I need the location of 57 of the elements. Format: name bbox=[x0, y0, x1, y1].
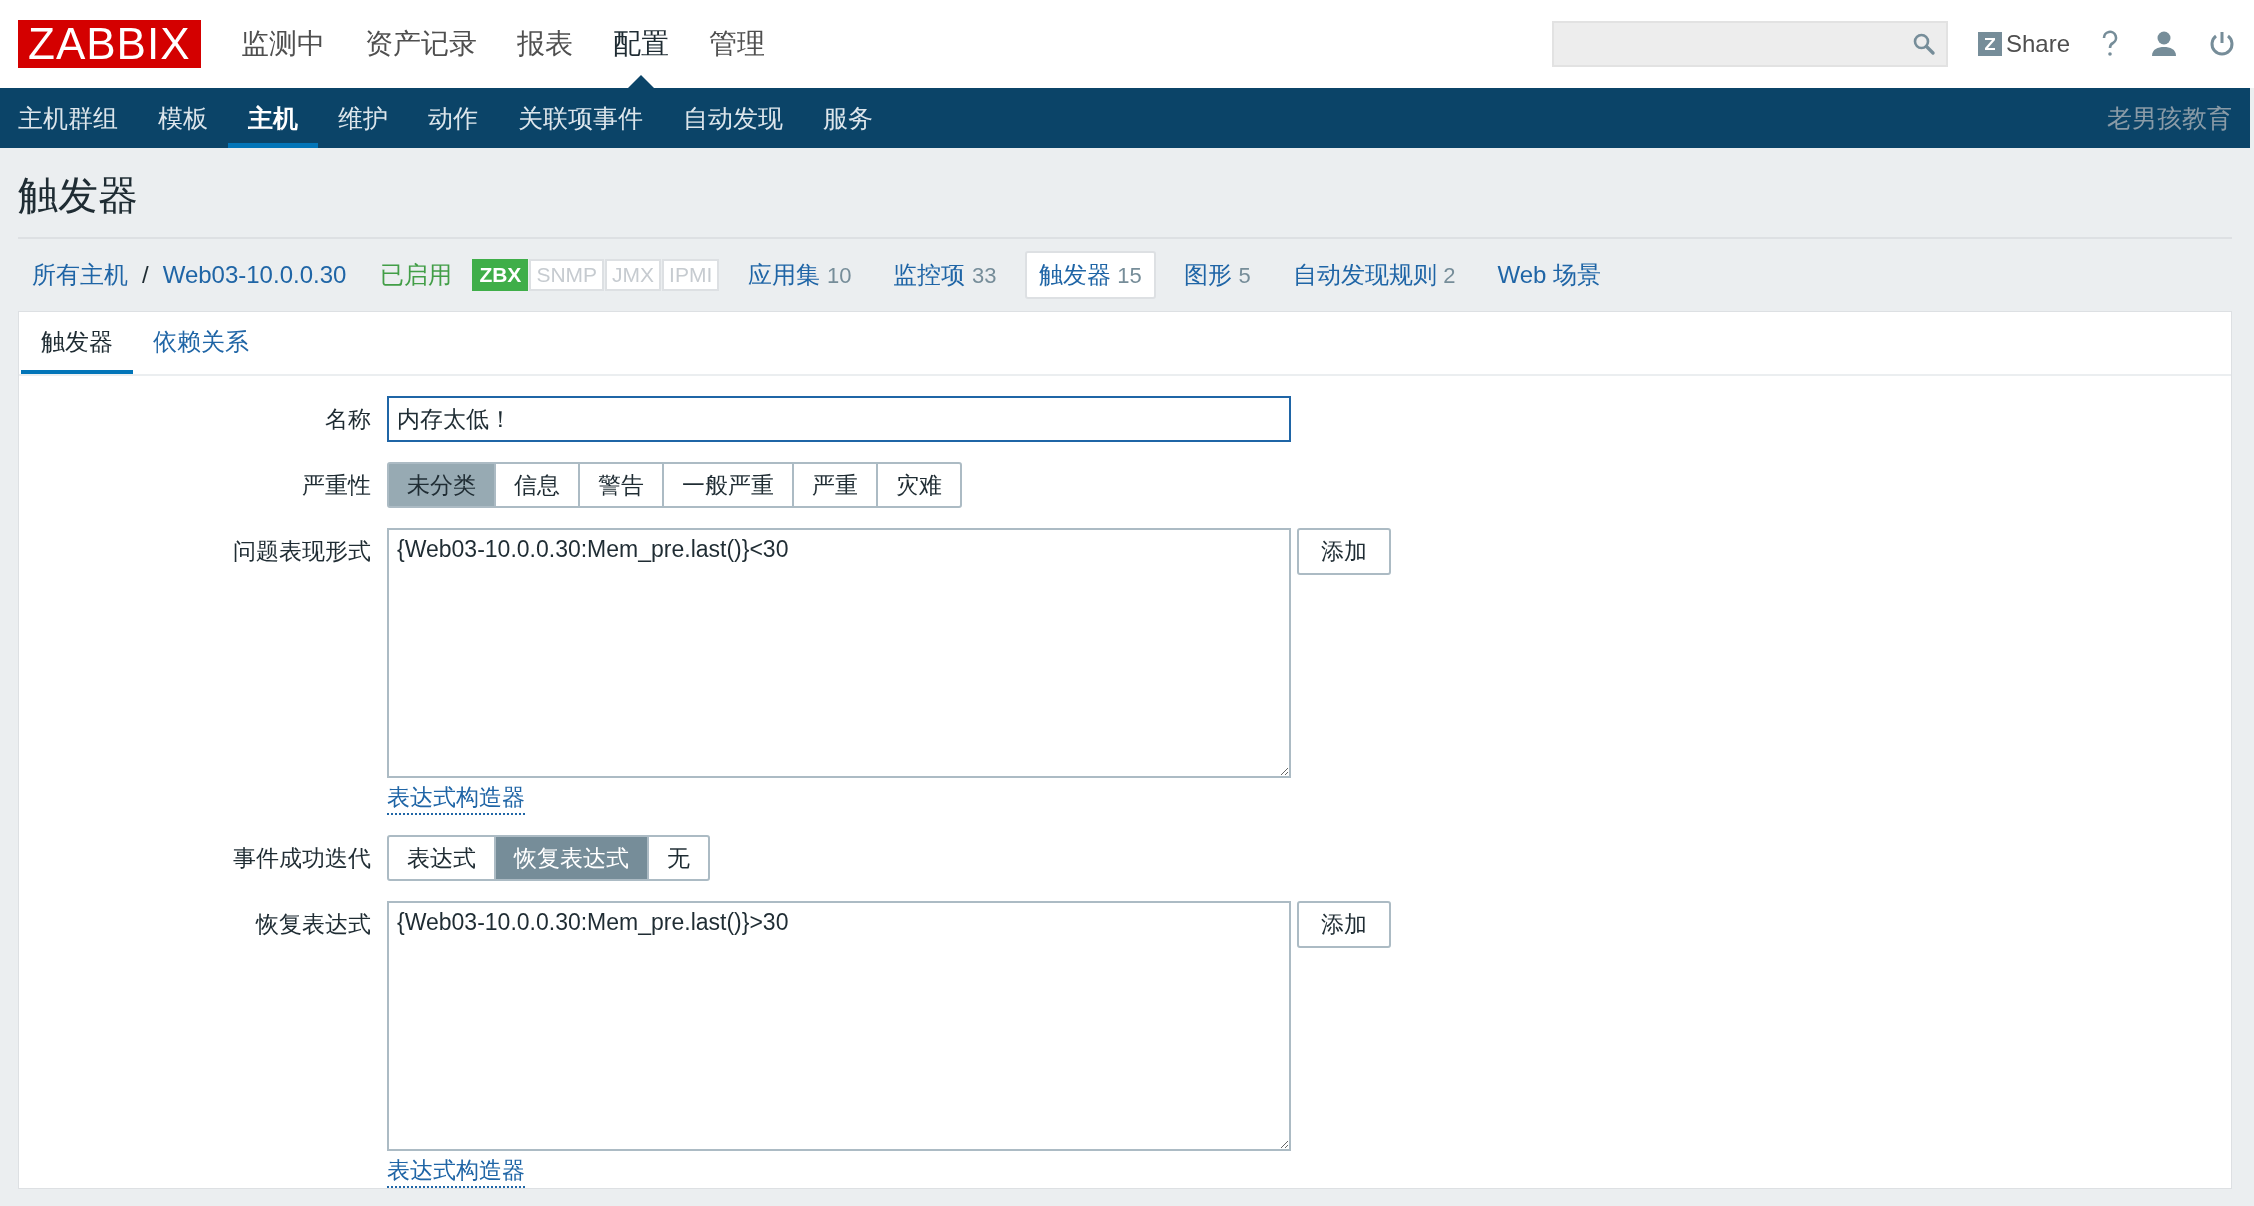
user-icon[interactable] bbox=[2150, 30, 2178, 58]
expression-builder-link[interactable]: 表达式构造器 bbox=[387, 1155, 525, 1188]
name-input[interactable]: 内存太低！ bbox=[387, 396, 1291, 442]
power-icon[interactable] bbox=[2208, 30, 2236, 58]
host-tab[interactable]: 触发器 15 bbox=[1024, 251, 1156, 299]
nav-item[interactable]: 模板 bbox=[138, 88, 228, 148]
expression-field[interactable]: {Web03-10.0.0.30:Mem_pre.last()}<30 bbox=[387, 528, 1291, 778]
segment-option[interactable]: 一般严重 bbox=[662, 462, 794, 508]
form-tab[interactable]: 触发器 bbox=[21, 312, 133, 374]
page-title: 触发器 bbox=[18, 148, 2232, 239]
logo[interactable]: ZABBIX bbox=[18, 20, 201, 68]
nav-item[interactable]: 动作 bbox=[408, 88, 498, 148]
field-label: 严重性 bbox=[301, 471, 371, 500]
segment-option[interactable]: 信息 bbox=[494, 462, 580, 508]
segment-option[interactable]: 灾难 bbox=[876, 462, 962, 508]
nav-item[interactable]: 自动发现 bbox=[663, 88, 803, 148]
share-link[interactable]: Share bbox=[1977, 30, 2070, 58]
nav-item[interactable]: 维护 bbox=[318, 88, 408, 148]
nav-item[interactable]: 关联项事件 bbox=[498, 88, 663, 148]
search-icon[interactable] bbox=[1911, 32, 1936, 56]
nav-item[interactable]: 主机 bbox=[228, 88, 318, 148]
host-tab[interactable]: 图形 5 bbox=[1169, 251, 1265, 299]
availability-badge: IPMI bbox=[662, 259, 720, 291]
brand-text: 老男孩教育 bbox=[2107, 102, 2232, 134]
main-menu-item[interactable]: 资产记录 bbox=[344, 0, 497, 88]
nav-item[interactable]: 主机群组 bbox=[18, 88, 138, 148]
host-tab[interactable]: 自动发现规则 2 bbox=[1278, 251, 1470, 299]
z-logo-icon bbox=[1977, 32, 2002, 56]
breadcrumb-separator: / bbox=[142, 261, 149, 289]
expression-builder-link[interactable]: 表达式构造器 bbox=[387, 782, 525, 815]
expression-field[interactable]: {Web03-10.0.0.30:Mem_pre.last()}>30 bbox=[387, 901, 1291, 1151]
host-tab[interactable]: Web 场景 bbox=[1483, 251, 1616, 299]
segment-option[interactable]: 严重 bbox=[792, 462, 878, 508]
main-menu-item[interactable]: 管理 bbox=[688, 0, 785, 88]
segment-option[interactable]: 未分类 bbox=[387, 462, 496, 508]
availability-badge: ZBX bbox=[472, 259, 529, 291]
search-field[interactable] bbox=[1551, 21, 1948, 67]
add-button[interactable]: 添加 bbox=[1297, 901, 1391, 948]
breadcrumb-link[interactable]: Web03-10.0.0.30 bbox=[162, 261, 347, 289]
main-menu-item[interactable]: 报表 bbox=[496, 0, 593, 88]
breadcrumb-link[interactable]: 所有主机 bbox=[32, 259, 128, 291]
field-label: 事件成功迭代 bbox=[232, 844, 371, 873]
help-icon[interactable] bbox=[2100, 29, 2120, 59]
form-tab[interactable]: 依赖关系 bbox=[133, 312, 269, 374]
segment-option[interactable]: 表达式 bbox=[387, 835, 496, 881]
field-label: 问题表现形式 bbox=[232, 537, 371, 566]
field-label: 名称 bbox=[324, 405, 371, 434]
add-button[interactable]: 添加 bbox=[1297, 528, 1391, 575]
availability-badge: SNMP bbox=[529, 259, 605, 291]
segment-option[interactable]: 无 bbox=[647, 835, 710, 881]
main-menu-item[interactable]: 监测中 bbox=[220, 0, 345, 88]
host-tab[interactable]: 应用集 10 bbox=[734, 251, 866, 299]
segment-option[interactable]: 警告 bbox=[578, 462, 664, 508]
host-tab[interactable]: 监控项 33 bbox=[879, 251, 1011, 299]
availability-badge: JMX bbox=[605, 259, 662, 291]
nav-item[interactable]: 服务 bbox=[803, 88, 893, 148]
field-label: 恢复表达式 bbox=[254, 910, 371, 939]
